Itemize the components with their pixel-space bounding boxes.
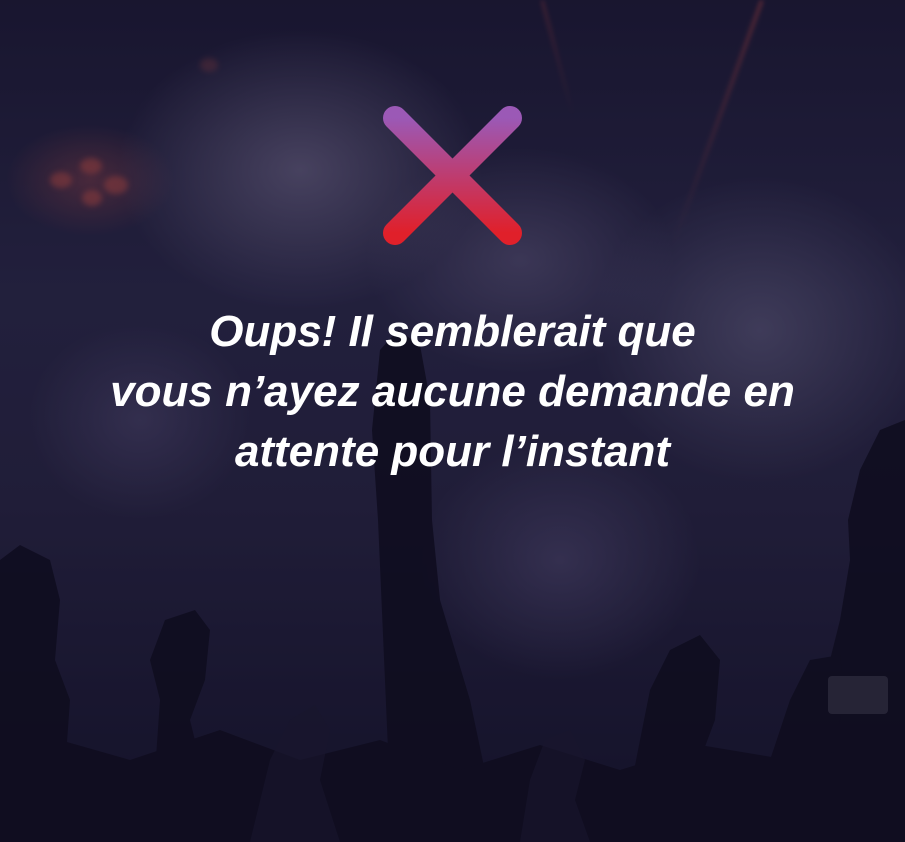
- message-line: attente pour l’instant: [234, 427, 671, 476]
- close-icon: [383, 106, 522, 245]
- message-line: Oups! Il semblerait que: [209, 307, 696, 356]
- empty-requests-screen: Oups! Il semblerait que vous n’ayez aucu…: [0, 0, 905, 842]
- message-line: vous n’ayez aucune demande en: [110, 367, 795, 416]
- empty-state-message: Oups! Il semblerait que vous n’ayez aucu…: [0, 302, 905, 482]
